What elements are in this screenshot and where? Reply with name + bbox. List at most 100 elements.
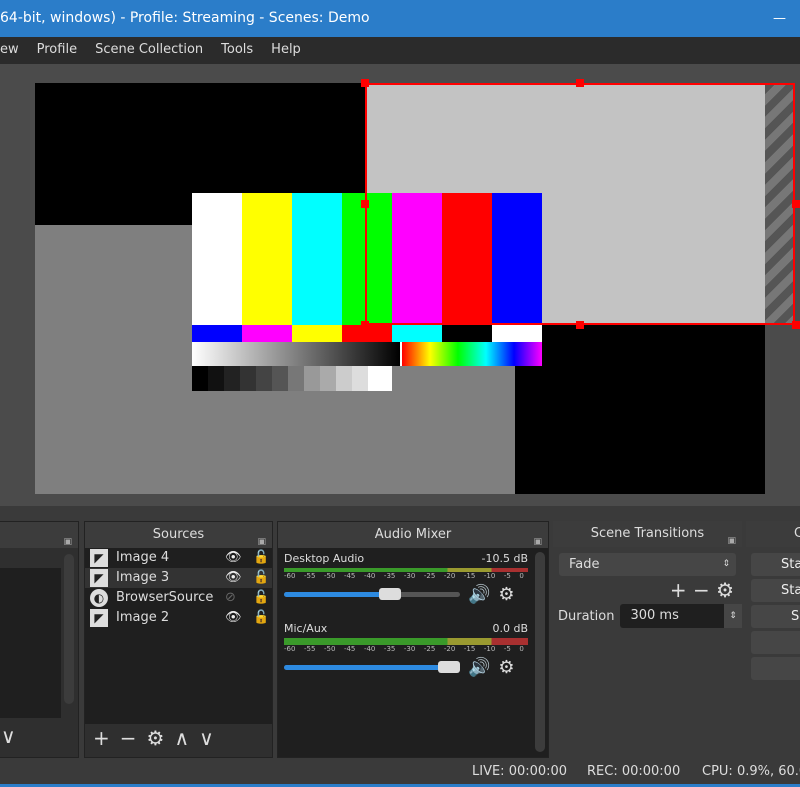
tick-label: -45	[343, 645, 356, 653]
eye-hidden-icon[interactable]: ⊘	[225, 588, 236, 608]
source-item[interactable]: ◐ BrowserSource ⊘ 🔓	[85, 588, 272, 608]
tick-label: -20	[443, 572, 456, 580]
controls-panel: C Sta Sta S	[746, 521, 800, 758]
status-bar: LIVE: 00:00:00 REC: 00:00:00 CPU: 0.9%, …	[0, 760, 800, 784]
duration-input[interactable]: 300 ms ⇕	[620, 604, 742, 628]
window-title: 64-bit, windows) - Profile: Streaming - …	[0, 10, 370, 26]
tick-label: -10	[483, 645, 496, 653]
tick-label: 0	[519, 645, 524, 653]
menu-scene-collection[interactable]: Scene Collection	[95, 42, 203, 57]
menu-view[interactable]: ew	[0, 42, 19, 57]
unlock-icon[interactable]: 🔓	[253, 588, 269, 608]
gear-icon[interactable]: ⚙	[498, 584, 514, 605]
unlock-icon[interactable]: 🔓	[253, 608, 269, 628]
source-item[interactable]: ◤ Image 4 👁 🔓	[85, 548, 272, 568]
transition-properties-button[interactable]: ⚙	[716, 578, 734, 602]
move-up-button[interactable]: ∧	[174, 726, 189, 750]
volume-slider[interactable]	[284, 661, 460, 673]
resize-handle[interactable]	[576, 321, 584, 329]
resize-handle[interactable]	[361, 200, 369, 208]
menu-bar: ew Profile Scene Collection Tools Help	[0, 37, 800, 64]
eye-icon[interactable]: 👁	[225, 548, 242, 568]
unlock-icon[interactable]: 🔓	[253, 548, 269, 568]
add-source-button[interactable]: +	[93, 726, 110, 750]
transition-select[interactable]: Fade ⇕	[559, 553, 736, 576]
menu-tools[interactable]: Tools	[221, 42, 253, 57]
scene-transitions-panel: Scene Transitions ▣ Fade ⇕ + − ⚙ Duration 3…	[553, 521, 742, 758]
tick-label: -55	[303, 572, 316, 580]
image-icon: ◤	[90, 549, 108, 567]
menu-help[interactable]: Help	[271, 42, 301, 57]
image-black-bottom	[515, 325, 765, 494]
tick-label: -40	[363, 572, 376, 580]
eye-icon[interactable]: 👁	[225, 608, 242, 628]
move-down-button[interactable]: ∨	[199, 726, 214, 750]
tick-label: -45	[343, 572, 356, 580]
meter-ticks: -60 -55 -50 -45 -40 -35 -30 -25 -20 -15 -10 -5 0	[284, 572, 524, 580]
source-properties-button[interactable]: ⚙	[147, 726, 165, 750]
start-recording-button[interactable]: Sta	[751, 579, 800, 602]
mixer-title: Audio Mixer	[374, 527, 452, 542]
speaker-icon[interactable]: 🔊	[468, 657, 490, 678]
sources-title: Sources	[152, 527, 205, 542]
tick-label: -15	[463, 572, 476, 580]
speaker-icon[interactable]: 🔊	[468, 584, 490, 605]
source-item[interactable]: ◤ Image 3 👁 🔓	[85, 568, 272, 588]
selection-box[interactable]	[365, 83, 795, 325]
tick-label: -35	[383, 645, 396, 653]
cpu-status: CPU: 0.9%, 60.0	[702, 764, 800, 779]
tick-label: -15	[463, 645, 476, 653]
chevron-updown-icon: ⇕	[722, 559, 730, 569]
menu-profile[interactable]: Profile	[37, 42, 77, 57]
tick-label: -30	[403, 572, 416, 580]
resize-handle[interactable]	[792, 321, 800, 329]
tick-label: 0	[519, 572, 524, 580]
eye-icon[interactable]: 👁	[225, 568, 242, 588]
start-streaming-button[interactable]: Sta	[751, 553, 800, 576]
tick-label: -50	[323, 572, 336, 580]
scenes-scrollbar[interactable]	[64, 554, 74, 704]
tick-label: -5	[503, 645, 511, 653]
resize-handle[interactable]	[576, 79, 584, 87]
tick-label: -5	[503, 572, 511, 580]
volume-slider[interactable]	[284, 588, 460, 600]
rec-status: REC: 00:00:00	[587, 764, 681, 779]
preview-area[interactable]	[0, 64, 800, 506]
stepper-icon[interactable]: ⇕	[724, 604, 742, 628]
add-transition-button[interactable]: +	[670, 578, 687, 602]
scenes-panel: ▣ ∨	[0, 521, 79, 758]
tick-label: -60	[284, 572, 296, 580]
dock-icon[interactable]: ▣	[727, 528, 736, 554]
tick-label: -30	[403, 645, 416, 653]
resize-handle[interactable]	[361, 79, 369, 87]
minimize-button[interactable]: —	[773, 0, 786, 37]
sources-panel: Sources ▣ ◤ Image 4 👁 🔓 ◤ Image 3 👁 🔓 ◐ BrowserS…	[84, 521, 273, 758]
image-icon: ◤	[90, 609, 108, 627]
scenes-list[interactable]	[0, 568, 61, 718]
dock-icon[interactable]: ▣	[63, 529, 72, 555]
tick-label: -55	[303, 645, 316, 653]
tick-label: -10	[483, 572, 496, 580]
tick-label: -25	[423, 572, 436, 580]
mixer-scrollbar[interactable]	[535, 552, 545, 752]
move-down-icon[interactable]: ∨	[1, 724, 16, 748]
settings-button[interactable]	[751, 631, 800, 654]
title-bar: 64-bit, windows) - Profile: Streaming - …	[0, 0, 800, 37]
image-icon: ◤	[90, 569, 108, 587]
tick-label: -25	[423, 645, 436, 653]
meter-ticks: -60 -55 -50 -45 -40 -35 -30 -25 -20 -15 -10 -5 0	[284, 645, 524, 653]
unlock-icon[interactable]: 🔓	[253, 568, 269, 588]
studio-mode-button[interactable]: S	[751, 605, 800, 628]
remove-transition-button[interactable]: −	[693, 578, 710, 602]
resize-handle[interactable]	[792, 200, 800, 208]
gear-icon[interactable]: ⚙	[498, 657, 514, 678]
source-item[interactable]: ◤ Image 2 👁 🔓	[85, 608, 272, 628]
audio-mixer-panel: Audio Mixer ▣ Desktop Audio -10.5 dB -60 -5…	[277, 521, 549, 758]
exit-button[interactable]	[751, 657, 800, 680]
live-status: LIVE: 00:00:00	[472, 764, 568, 779]
remove-source-button[interactable]: −	[120, 726, 137, 750]
resize-handle[interactable]	[361, 321, 369, 329]
tick-label: -20	[443, 645, 456, 653]
channel-desktop-audio: Desktop Audio -10.5 dB -60 -55 -50 -45 -40 -35…	[284, 552, 528, 605]
channel-mic-aux: Mic/Aux 0.0 dB -60 -55 -50 -45 -40 -35 -30 -25 -2…	[284, 622, 528, 678]
